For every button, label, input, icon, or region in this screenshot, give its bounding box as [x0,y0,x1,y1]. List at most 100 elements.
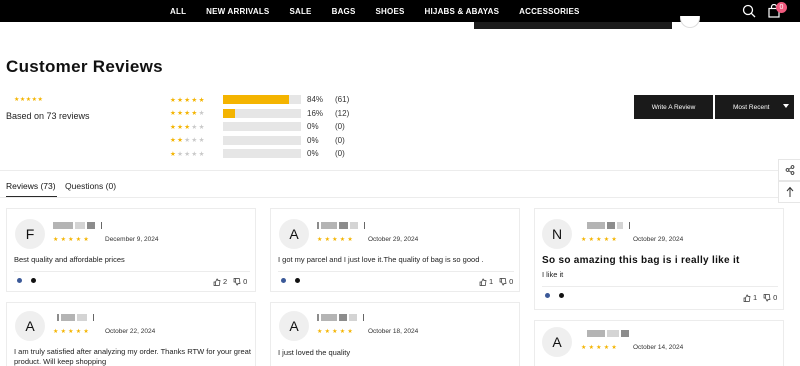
share-icon [785,165,794,175]
search-icon[interactable] [742,4,756,18]
review-stars: ★★★★★ [53,237,91,243]
review-text: I am truly satisfied after analyzing my … [14,347,251,366]
helpful-votes: 2 0 [213,277,247,286]
arrow-up-icon [786,186,793,197]
thumbs-down-count: 0 [773,293,778,302]
divider [542,286,778,287]
nav-item-all[interactable]: ALL [170,7,186,16]
x-share-icon[interactable] [31,278,36,283]
review-stars: ★★★★★ [581,345,619,351]
divider [0,197,800,198]
review-date: October 14, 2024 [633,344,684,351]
review-card: F ★★★★★ December 9, 2024 Best quality an… [6,208,256,292]
divider [278,271,514,272]
thumbs-up-icon[interactable] [743,294,751,302]
rating-row[interactable]: ★★★★★ 0% (0) [170,147,349,161]
header-dropdown-strip [474,22,672,29]
nav-item-new-arrivals[interactable]: NEW ARRIVALS [206,7,269,16]
share-button[interactable] [778,159,800,181]
rating-row[interactable]: ★★★★★ 0% (0) [170,120,349,134]
review-stars: ★★★★★ [53,329,91,335]
nav-item-hijabs-abayas[interactable]: HIJABS & ABAYAS [425,7,500,16]
thumbs-up-count: 1 [489,277,494,286]
page-title: Customer Reviews [6,57,163,76]
thumbs-down-icon[interactable] [763,293,771,302]
review-date: October 29, 2024 [633,236,684,243]
tab-reviews[interactable]: Reviews (73) [6,181,56,191]
reviewer-name-redacted [57,314,96,321]
write-review-label: Write A Review [651,103,696,111]
thumbs-down-count: 0 [509,277,514,286]
rating-row-stars: ★★★★★ [170,96,206,104]
review-card: A ★★★★★ October 29, 2024 I got my parcel… [270,208,520,292]
x-share-icon[interactable] [559,293,564,298]
reviewer-name-redacted [317,222,367,229]
rating-distribution: ★★★★★ 84% (61) ★★★★★ 16% (12) ★★★★★ 0% (0) ★★★★★ 0… [170,93,349,161]
avatar: F [15,219,45,249]
chevron-down-icon [783,104,789,108]
review-text: I just loved the quality [278,348,351,357]
rating-count: (0) [335,135,345,145]
rating-row[interactable]: ★★★★★ 0% (0) [170,134,349,148]
sort-dropdown[interactable]: Most Recent [715,95,794,119]
review-date: December 9, 2024 [105,236,159,243]
divider [14,271,250,272]
rating-row[interactable]: ★★★★★ 84% (61) [170,93,349,107]
rating-bar [223,122,301,132]
rating-bar [223,149,301,159]
thumbs-up-icon[interactable] [213,278,221,286]
thumbs-up-count: 1 [753,293,758,302]
nav-item-accessories[interactable]: ACCESSORIES [519,7,579,16]
avatar: N [542,219,572,249]
rating-row[interactable]: ★★★★★ 16% (12) [170,107,349,121]
rating-bar-fill [223,108,236,118]
facebook-share-icon[interactable] [281,278,286,283]
cart-count-badge: 0 [776,2,787,13]
avatar: A [279,311,309,341]
nav-item-shoes[interactable]: SHOES [376,7,405,16]
nav-links: ALL NEW ARRIVALS SALE BAGS SHOES HIJABS … [170,0,600,22]
rating-row-stars: ★★★★★ [170,123,206,131]
reviewer-name-redacted [53,222,104,229]
review-card: A ★★★★★ October 18, 2024 I just loved th… [270,302,520,366]
thumbs-up-icon[interactable] [479,278,487,286]
review-card: A ★★★★★ October 14, 2024 [534,320,784,366]
review-text: I got my parcel and I just love it.The q… [278,255,484,264]
helpful-votes: 1 0 [743,293,777,302]
review-date: October 18, 2024 [368,328,419,335]
header-round-button[interactable] [680,16,700,28]
sort-label: Most Recent [733,103,770,111]
thumbs-down-icon[interactable] [233,277,241,286]
thumbs-down-icon[interactable] [499,277,507,286]
x-share-icon[interactable] [295,278,300,283]
rating-bar [223,108,301,118]
nav-item-bags[interactable]: BAGS [332,7,356,16]
review-stars: ★★★★★ [581,237,619,243]
review-count-summary: Based on 73 reviews [6,111,90,121]
write-review-button[interactable]: Write A Review [634,95,713,119]
nav-item-sale[interactable]: SALE [289,7,311,16]
tab-questions[interactable]: Questions (0) [65,181,116,191]
rating-count: (0) [335,149,345,159]
review-card: N ★★★★★ October 29, 2024 So so amazing t… [534,208,784,310]
facebook-share-icon[interactable] [17,278,22,283]
rating-bar-fill [223,95,289,105]
rating-row-stars: ★★★★★ [170,137,206,145]
facebook-share-icon[interactable] [545,293,550,298]
review-title: So so amazing this bag is i really like … [542,255,740,266]
thumbs-up-count: 2 [223,277,228,286]
review-text: I like it [542,270,564,279]
summary-stars: ★★★★★ [14,97,44,103]
rating-row-stars: ★★★★★ [170,150,206,158]
rating-bar [223,135,301,145]
rating-count: (12) [335,108,350,118]
avatar: A [542,327,572,357]
helpful-votes: 1 0 [479,277,513,286]
rating-count: (61) [335,95,350,105]
rating-percent: 0% [307,135,319,145]
rating-percent: 84% [307,95,324,105]
reviewer-name-redacted [317,314,366,321]
back-to-top-button[interactable] [778,181,800,203]
review-stars: ★★★★★ [317,237,355,243]
avatar: A [15,311,45,341]
